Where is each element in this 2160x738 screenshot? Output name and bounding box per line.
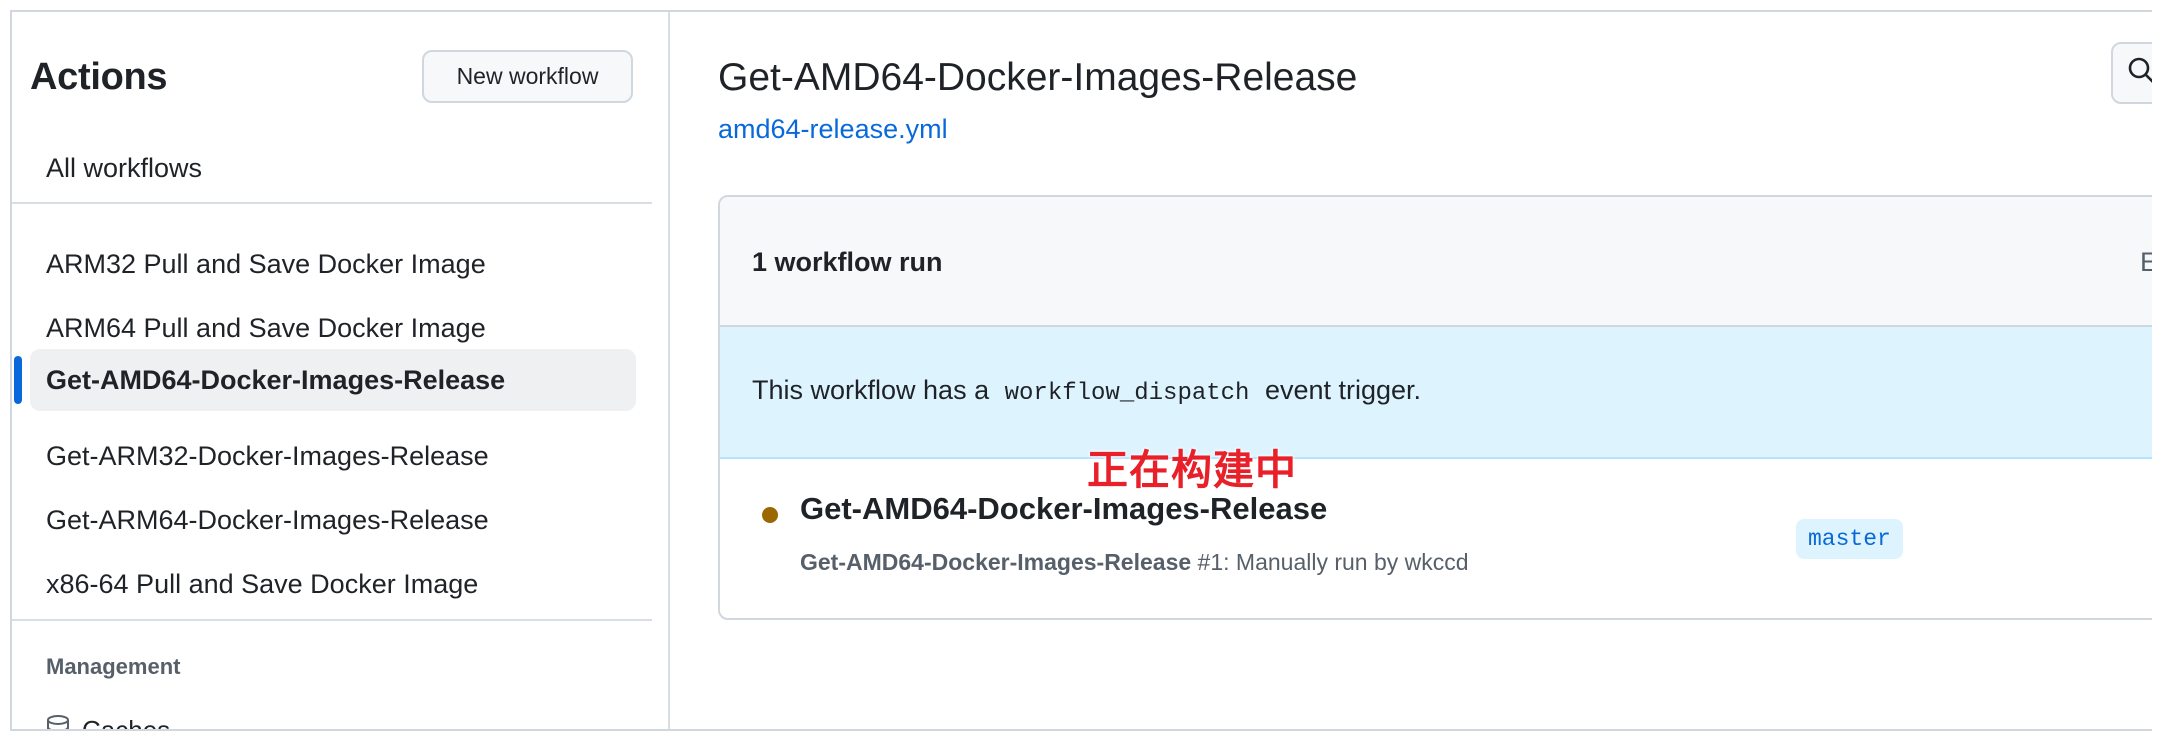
sidebar-item-caches[interactable]: Caches — [46, 714, 171, 731]
window-frame: Actions New workflow All workflows ARM32… — [10, 10, 2152, 731]
banner-suffix: event trigger. — [1264, 375, 1422, 405]
branch-badge[interactable]: master — [1796, 519, 1903, 559]
sidebar-item-workflow[interactable]: Get-ARM64-Docker-Images-Release — [30, 489, 636, 551]
sidebar-item-workflow[interactable]: ARM32 Pull and Save Docker Image — [30, 233, 636, 295]
search-icon — [2127, 56, 2152, 91]
run-title-link[interactable]: Get-AMD64-Docker-Images-Release — [800, 491, 1327, 527]
dispatch-banner: This workflow has a workflow_dispatch ev… — [720, 327, 2152, 459]
sidebar-item-workflow[interactable]: x86-64 Pull and Save Docker Image — [30, 553, 636, 615]
event-filter-dropdown[interactable]: Ev — [2140, 247, 2152, 278]
search-button[interactable] — [2111, 42, 2152, 104]
sidebar-item-workflow-active[interactable]: Get-AMD64-Docker-Images-Release — [30, 349, 636, 411]
caches-label: Caches — [82, 715, 171, 731]
database-icon — [46, 714, 70, 729]
banner-prefix: This workflow has a — [752, 375, 990, 405]
sidebar-divider — [12, 202, 652, 204]
run-meta: Get-AMD64-Docker-Images-Release #1: Manu… — [800, 549, 1469, 576]
workflow-file-link[interactable]: amd64-release.yml — [718, 114, 948, 145]
management-heading: Management — [46, 654, 181, 679]
workflow-run-row[interactable]: Get-AMD64-Docker-Images-Release Get-AMD6… — [720, 459, 2152, 618]
new-workflow-button[interactable]: New workflow — [422, 50, 633, 103]
banner-text: This workflow has a workflow_dispatch ev… — [752, 375, 1421, 407]
run-workflow-name: Get-AMD64-Docker-Images-Release — [800, 549, 1192, 575]
active-indicator — [14, 356, 22, 404]
runs-count: 1 workflow run — [752, 247, 943, 277]
overlay-annotation: 正在构建中 — [1087, 446, 1297, 494]
page-title: Get-AMD64-Docker-Images-Release — [718, 56, 1358, 99]
run-description: : Manually run by wkccd — [1223, 549, 1469, 575]
sidebar-divider — [12, 619, 652, 621]
banner-code: workflow_dispatch — [1004, 380, 1250, 407]
runs-header: 1 workflow run Ev — [720, 197, 2152, 327]
sidebar-item-workflow[interactable]: Get-ARM32-Docker-Images-Release — [30, 425, 636, 487]
sidebar-title: Actions — [30, 56, 168, 98]
sidebar: Actions New workflow All workflows ARM32… — [12, 12, 670, 729]
sidebar-item-all-workflows[interactable]: All workflows — [30, 137, 636, 199]
run-number: #1 — [1197, 549, 1224, 575]
workflow-runs-panel: 1 workflow run Ev This workflow has a wo… — [718, 195, 2152, 620]
in-progress-status-icon — [762, 507, 778, 523]
